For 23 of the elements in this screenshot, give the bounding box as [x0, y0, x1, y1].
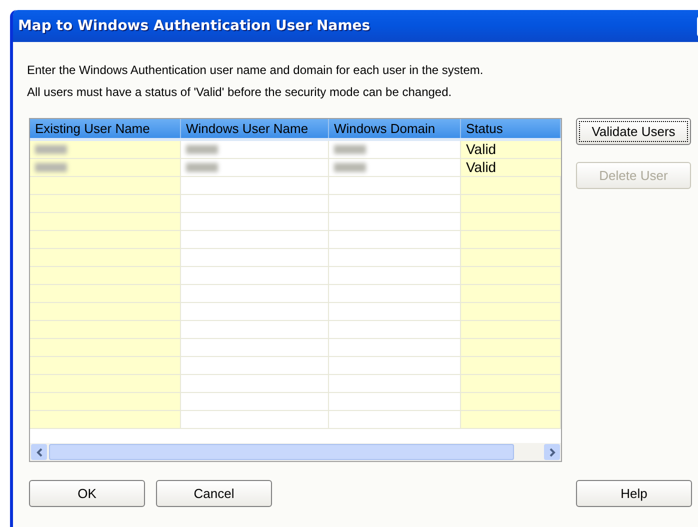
column-header[interactable]: Windows Domain [329, 119, 461, 138]
blurred-text [186, 163, 218, 172]
column-header[interactable]: Status [461, 119, 561, 138]
instruction-text: All users must have a status of 'Valid' before the security mode can be changed. [27, 84, 453, 100]
scroll-thumb[interactable] [49, 444, 514, 460]
dialog-button[interactable]: Cancel [156, 480, 272, 507]
instruction-text: Enter the Windows Authentication user name and domain for each user in the system. [27, 62, 484, 78]
blurred-text [35, 163, 67, 172]
blurred-text [186, 145, 218, 154]
dialog-button[interactable]: Validate Users [576, 118, 691, 145]
column-header[interactable]: Windows User Name [181, 119, 329, 138]
window-title: Map to Windows Authentication User Names [18, 16, 370, 36]
blurred-text [334, 145, 366, 154]
blurred-text [334, 163, 366, 172]
scroll-left-button[interactable] [31, 444, 47, 460]
horizontal-scrollbar[interactable] [30, 443, 561, 461]
status-cell: Valid [461, 141, 561, 158]
scroll-right-button[interactable] [544, 444, 560, 460]
blurred-text [35, 145, 67, 154]
dialog-button[interactable]: OK [29, 480, 145, 507]
column-header[interactable]: Existing User Name [30, 119, 181, 138]
dialog-button[interactable]: Help [576, 480, 692, 507]
status-cell: Valid [461, 159, 561, 176]
